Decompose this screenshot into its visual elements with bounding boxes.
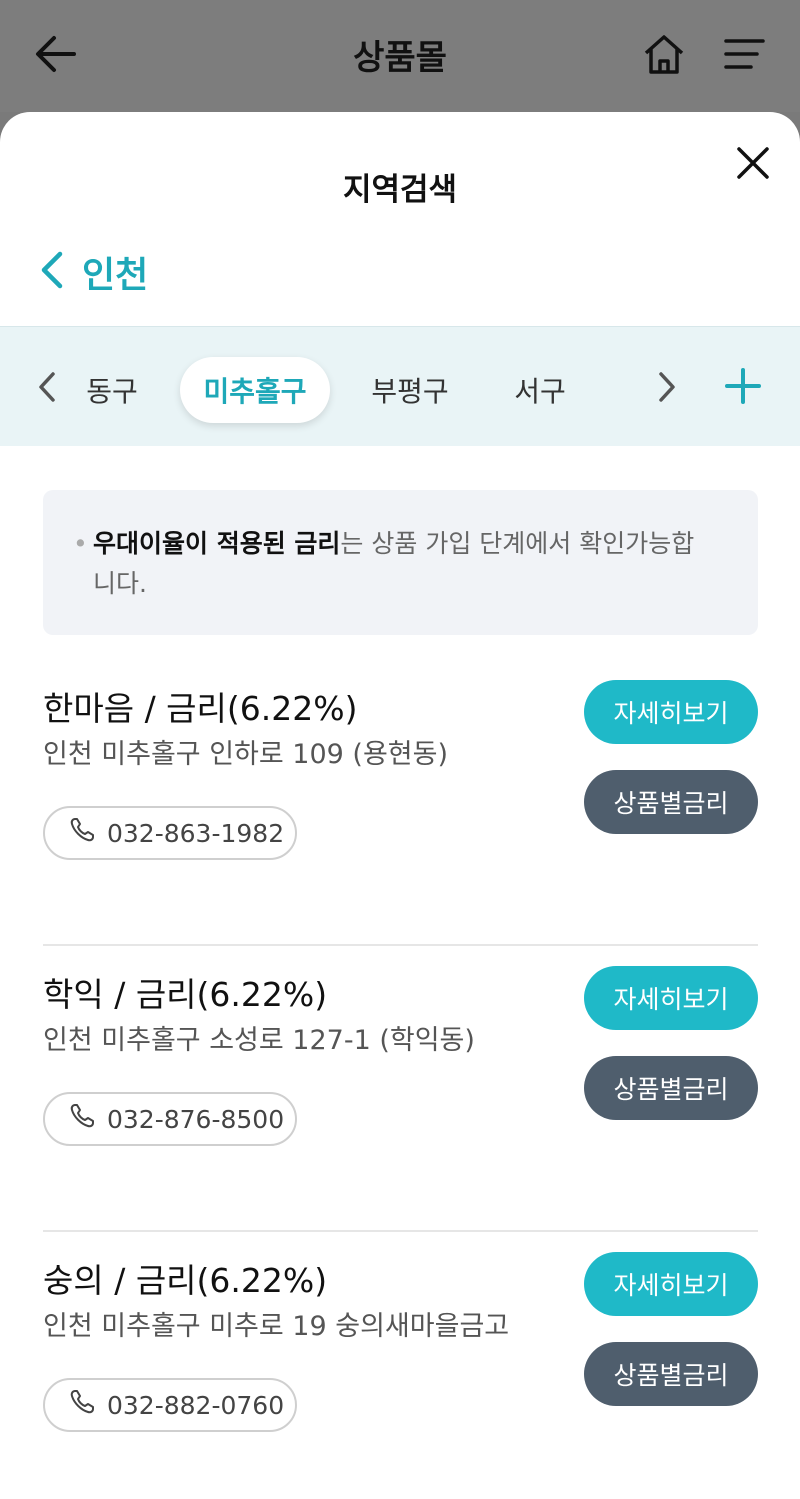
product-rate-button[interactable]: 상품별금리: [584, 1056, 758, 1120]
notice-bold-text: 우대이율이 적용된 금리: [93, 529, 341, 558]
district-tab-bar: 동구 미추홀구 부평구 서구: [0, 326, 800, 446]
phone-number: 032-882-0760: [107, 1390, 285, 1420]
list-item: 숭의 / 금리(6.22%) 인천 미추홀구 미추로 19 숭의새마을금고 03…: [43, 1232, 758, 1499]
product-rate-button[interactable]: 상품별금리: [584, 1342, 758, 1406]
item-name: 숭의 / 금리(6.22%): [43, 1261, 328, 1300]
detail-button[interactable]: 자세히보기: [584, 680, 758, 744]
phone-number: 032-863-1982: [107, 818, 285, 848]
bullet-icon: •: [73, 529, 88, 558]
tab-michuhol-gu[interactable]: 미추홀구: [180, 357, 330, 423]
list-item: 한마음 / 금리(6.22%) 인천 미추홀구 인하로 109 (용현동) 03…: [43, 660, 758, 946]
home-icon[interactable]: [640, 28, 688, 80]
item-address: 인천 미추홀구 소성로 127-1 (학익동): [43, 1025, 475, 1056]
region-back-button[interactable]: 인천: [38, 248, 148, 296]
chevron-left-icon: [38, 250, 64, 294]
phone-icon: [69, 817, 95, 849]
phone-icon: [69, 1103, 95, 1135]
item-address: 인천 미추홀구 인하로 109 (용현동): [43, 739, 449, 770]
sheet-title: 지역검색: [342, 172, 458, 208]
phone-number: 032-876-8500: [107, 1104, 285, 1134]
detail-button[interactable]: 자세히보기: [584, 966, 758, 1030]
region-search-sheet: 지역검색 인천 동구 미추홀구 부평구 서구 • 우대이율이 적용된 금리는 상…: [0, 112, 800, 1499]
item-name: 학익 / 금리(6.22%): [43, 975, 328, 1014]
chevron-left-icon[interactable]: [32, 367, 62, 407]
plus-icon[interactable]: [722, 365, 764, 407]
item-name: 한마음 / 금리(6.22%): [43, 689, 358, 728]
close-icon[interactable]: [730, 140, 776, 186]
phone-button[interactable]: 032-882-0760: [43, 1378, 297, 1432]
product-rate-button[interactable]: 상품별금리: [584, 770, 758, 834]
item-address: 인천 미추홀구 미추로 19 숭의새마을금고: [43, 1311, 510, 1342]
notice-box: • 우대이율이 적용된 금리는 상품 가입 단계에서 확인가능합니다.: [43, 490, 758, 635]
detail-button[interactable]: 자세히보기: [584, 1252, 758, 1316]
chevron-right-icon[interactable]: [652, 367, 682, 407]
tab-seogu[interactable]: 서구: [498, 357, 582, 423]
region-label: 인천: [82, 255, 149, 296]
phone-button[interactable]: 032-863-1982: [43, 806, 297, 860]
tab-bupyeong-gu[interactable]: 부평구: [358, 357, 462, 423]
phone-button[interactable]: 032-876-8500: [43, 1092, 297, 1146]
top-app-bar: 상품몰: [0, 0, 800, 112]
list-item: 학익 / 금리(6.22%) 인천 미추홀구 소성로 127-1 (학익동) 0…: [43, 946, 758, 1232]
phone-icon: [69, 1389, 95, 1421]
menu-icon[interactable]: [720, 28, 768, 80]
tab-donggu[interactable]: 동구: [70, 357, 154, 423]
